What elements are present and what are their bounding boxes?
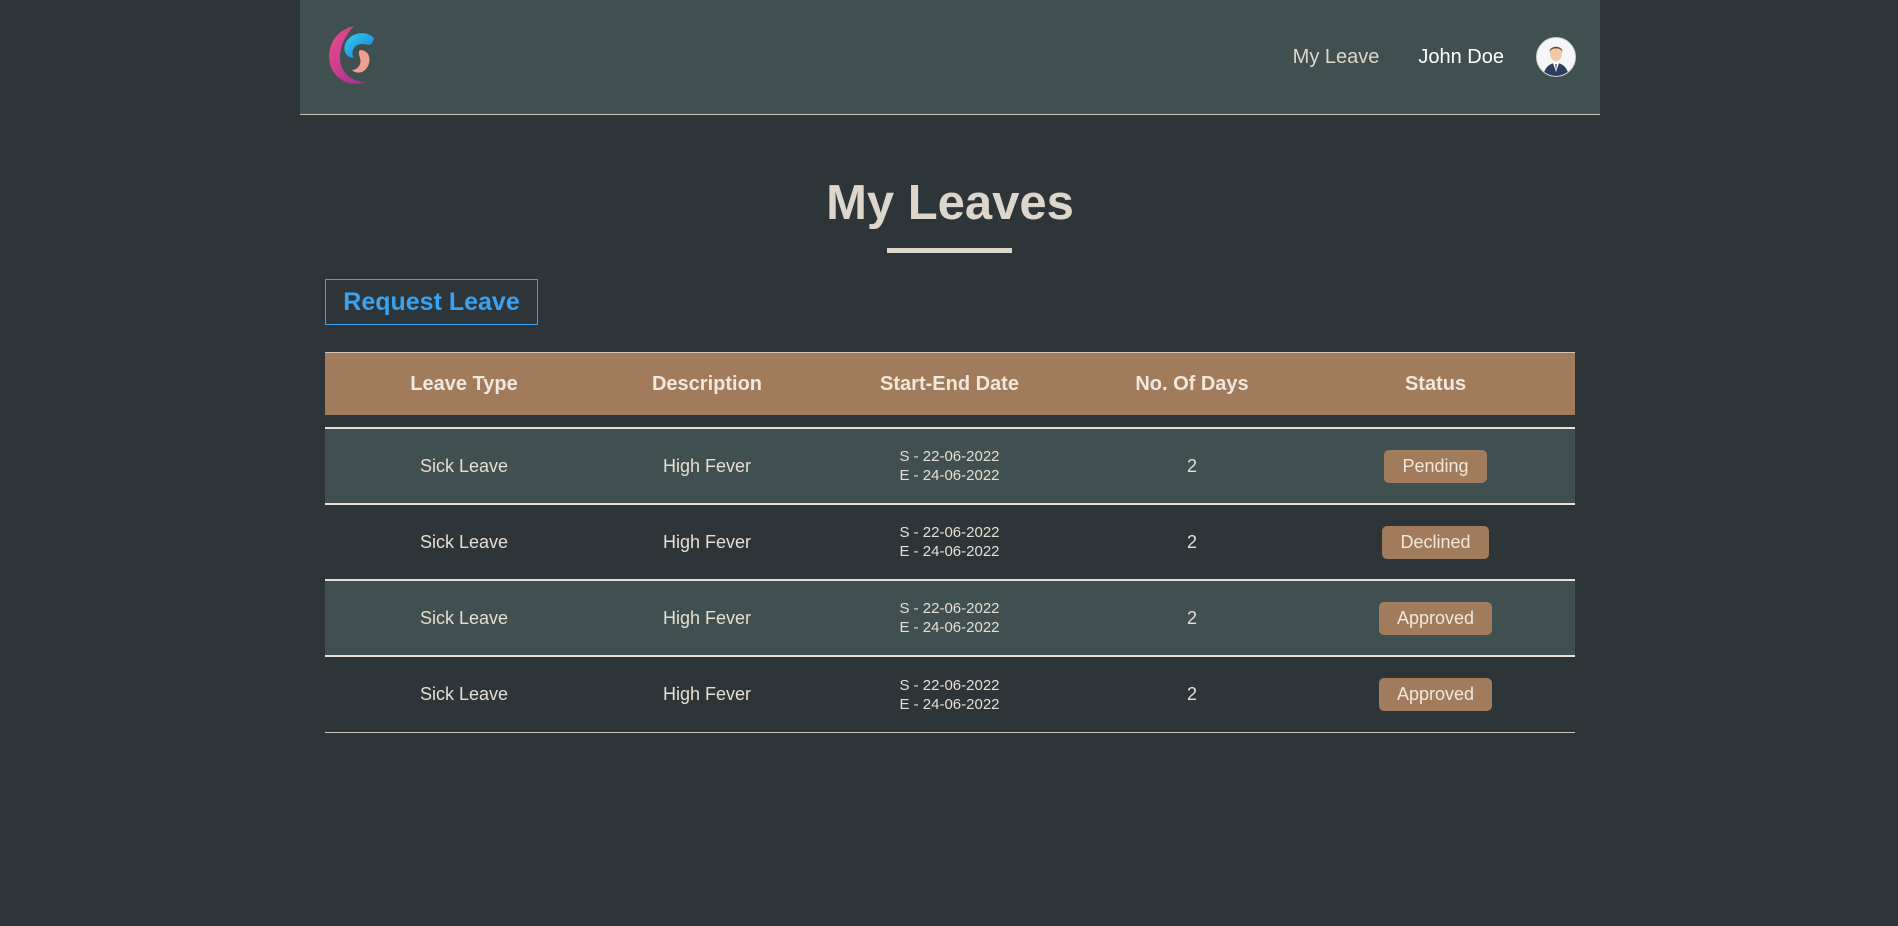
end-date: E - 24-06-2022 — [899, 467, 1000, 484]
header-start-end-date: Start-End Date — [880, 372, 1019, 395]
start-date: S - 22-06-2022 — [899, 448, 1000, 465]
page-title: My Leaves — [826, 176, 1074, 230]
cell-status: Declined — [1296, 525, 1575, 559]
cell-leave-type: Sick Leave — [419, 531, 509, 552]
top-navbar: My Leave John Doe — [300, 0, 1600, 115]
cell-status: Approved — [1296, 601, 1575, 635]
status-badge[interactable]: Approved — [1378, 678, 1493, 711]
cell-leave-type: Sick Leave — [419, 607, 509, 628]
start-date: S - 22-06-2022 — [899, 524, 1000, 541]
nav-my-leave-link[interactable]: My Leave — [1293, 46, 1380, 69]
table-row[interactable]: Sick Leave High Fever S - 22-06-2022 E -… — [325, 427, 1575, 503]
status-badge[interactable]: Pending — [1384, 449, 1487, 483]
cell-dates: S - 22-06-2022 E - 24-06-2022 — [811, 676, 1088, 714]
header-status: Status — [1404, 372, 1467, 395]
request-leave-button[interactable]: Request Leave — [325, 279, 538, 325]
cell-dates: S - 22-06-2022 E - 24-06-2022 — [811, 599, 1088, 637]
cell-days: 2 — [1186, 455, 1197, 476]
cell-days: 2 — [1186, 684, 1197, 704]
header-leave-type: Leave Type — [410, 372, 518, 395]
table-body: Sick Leave High Fever S - 22-06-2022 E -… — [325, 427, 1575, 733]
user-avatar-icon[interactable] — [1536, 37, 1576, 77]
table-row[interactable]: Sick Leave High Fever S - 22-06-2022 E -… — [325, 579, 1575, 655]
cell-description: High Fever — [662, 455, 752, 476]
app-frame: My Leave John Doe My Leaves Request Leav… — [300, 0, 1600, 733]
start-date: S - 22-06-2022 — [899, 600, 1000, 617]
title-underline — [887, 248, 1012, 253]
nav-menu: My Leave John Doe — [1293, 0, 1576, 114]
header-no-of-days: No. Of Days — [1135, 372, 1249, 395]
table-header: Leave Type Description Start-End Date No… — [325, 352, 1575, 415]
cell-leave-type: Sick Leave — [419, 455, 509, 476]
cell-leave-type: Sick Leave — [419, 684, 509, 704]
cell-dates: S - 22-06-2022 E - 24-06-2022 — [811, 523, 1088, 561]
table-row[interactable]: Sick Leave High Fever S - 22-06-2022 E -… — [325, 655, 1575, 733]
header-description: Description — [651, 372, 763, 395]
end-date: E - 24-06-2022 — [899, 619, 1000, 636]
end-date: E - 24-06-2022 — [899, 695, 1000, 713]
user-name[interactable]: John Doe — [1418, 46, 1504, 69]
cell-dates: S - 22-06-2022 E - 24-06-2022 — [811, 447, 1088, 485]
status-badge[interactable]: Approved — [1378, 601, 1493, 635]
cell-description: High Fever — [662, 607, 752, 628]
status-badge[interactable]: Declined — [1382, 525, 1489, 559]
table-row[interactable]: Sick Leave High Fever S - 22-06-2022 E -… — [325, 503, 1575, 579]
cell-status: Pending — [1296, 449, 1575, 483]
cell-description: High Fever — [662, 684, 752, 704]
leaves-table: Leave Type Description Start-End Date No… — [325, 352, 1575, 733]
swirl-logo-icon[interactable] — [324, 24, 382, 86]
cell-status: Approved — [1296, 678, 1575, 711]
start-date: S - 22-06-2022 — [899, 676, 1000, 694]
cell-description: High Fever — [662, 531, 752, 552]
cell-days: 2 — [1186, 531, 1197, 552]
end-date: E - 24-06-2022 — [899, 543, 1000, 560]
cell-days: 2 — [1186, 607, 1197, 628]
